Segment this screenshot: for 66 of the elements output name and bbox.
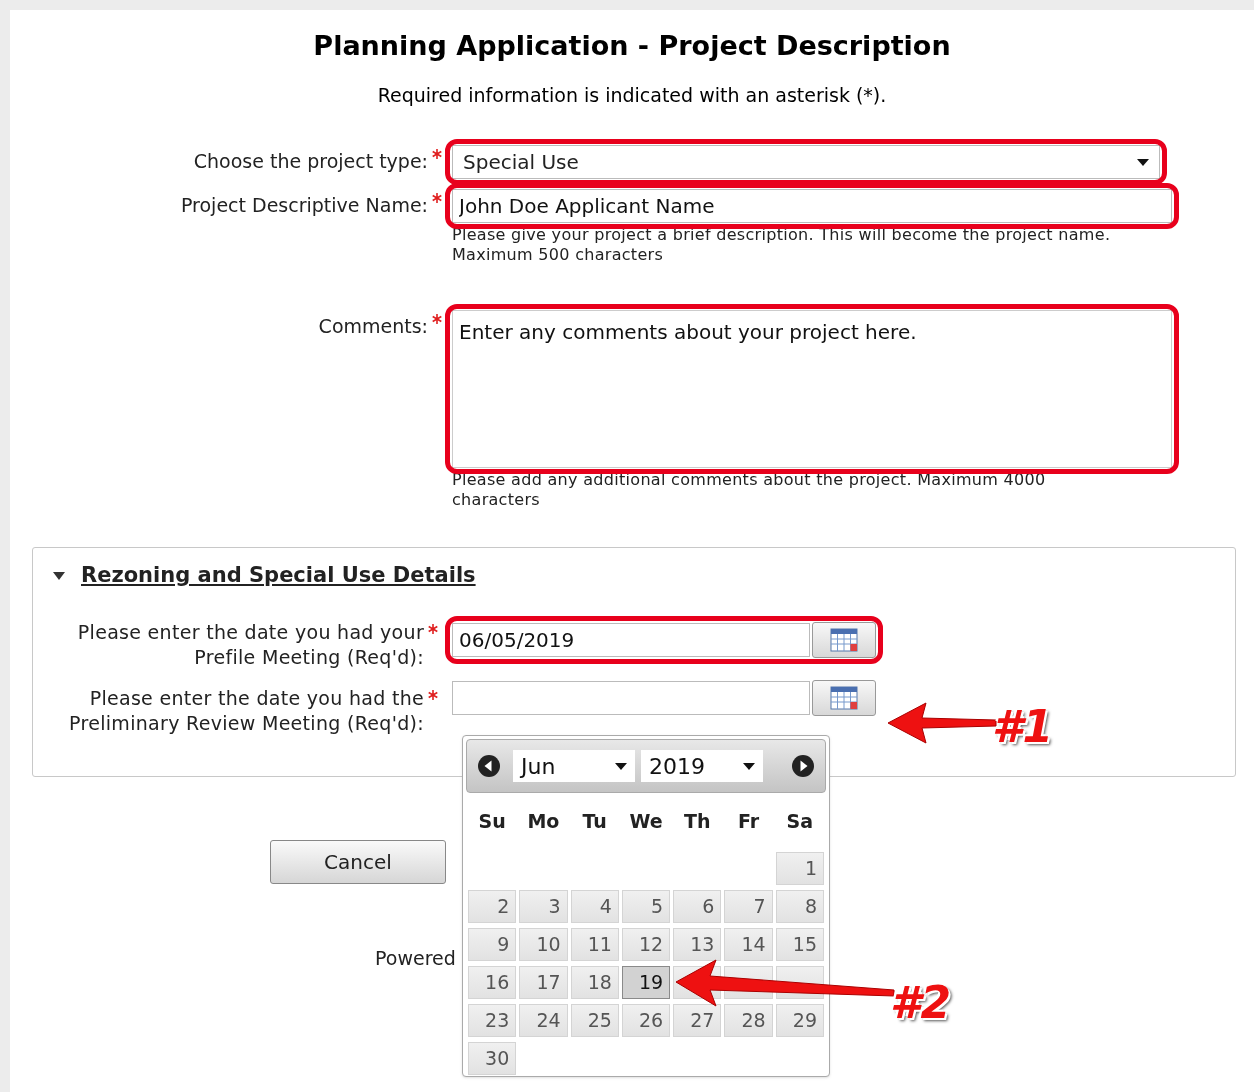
field-label: Preliminary Review Meeting (Req'd): bbox=[69, 710, 424, 736]
day-cell[interactable]: 11 bbox=[570, 927, 619, 961]
comments-textarea[interactable]: Enter any comments about your project here. bbox=[452, 310, 1172, 468]
day-cell[interactable]: 18 bbox=[570, 965, 619, 999]
hint-text: characters bbox=[452, 490, 541, 510]
day-cell[interactable]: 9 bbox=[468, 927, 517, 961]
day-cell[interactable]: 19 bbox=[621, 965, 671, 999]
day-cell[interactable]: 8 bbox=[775, 889, 824, 923]
weekday-label: Mo bbox=[526, 809, 561, 834]
field-label: Choose the project type: bbox=[193, 149, 428, 174]
dropdown-caret-icon bbox=[615, 762, 627, 770]
section-title[interactable]: Rezoning and Special Use Details bbox=[81, 560, 476, 592]
calendar-button[interactable] bbox=[812, 621, 876, 658]
day-cell[interactable]: 29 bbox=[775, 1003, 824, 1037]
field-label: Please enter the date you had your bbox=[77, 619, 424, 645]
field-label: Please enter the date you had the bbox=[89, 685, 424, 711]
day-cell[interactable]: 2 bbox=[468, 889, 517, 923]
day-cell[interactable]: 30 bbox=[468, 1041, 517, 1075]
footer-text: Powered bbox=[375, 946, 456, 971]
month-select[interactable]: Jun bbox=[513, 750, 635, 782]
dropdown-caret-icon bbox=[1137, 158, 1149, 166]
day-cell[interactable]: 4 bbox=[570, 889, 619, 923]
dropdown-caret-icon bbox=[743, 762, 755, 770]
callout-label: #2 bbox=[890, 976, 952, 1030]
day-cell[interactable]: 15 bbox=[775, 927, 824, 961]
weekday-label: We bbox=[628, 809, 664, 834]
hint-text: Maximum 500 characters bbox=[452, 245, 665, 265]
day-cell[interactable]: 26 bbox=[621, 1003, 671, 1037]
project-type-select[interactable]: Special Use bbox=[452, 145, 1160, 179]
day-cell[interactable]: 16 bbox=[468, 965, 517, 999]
page-title: Planning Application - Project Description bbox=[312, 29, 952, 63]
instructions-text: Required information is indicated with an asterisk (*). bbox=[376, 82, 888, 108]
date-input[interactable] bbox=[452, 680, 810, 715]
next-month-icon[interactable] bbox=[791, 754, 815, 778]
day-cell[interactable]: 7 bbox=[724, 889, 773, 923]
day-cell[interactable]: 6 bbox=[673, 889, 722, 923]
previous-month-icon[interactable] bbox=[477, 754, 501, 778]
day-cell[interactable]: 24 bbox=[519, 1003, 568, 1037]
weekday-label: Fr bbox=[737, 809, 761, 834]
weekday-label: Sa bbox=[785, 809, 815, 834]
day-cell[interactable]: 5 bbox=[621, 889, 671, 923]
callout-label: #1 bbox=[992, 700, 1054, 754]
field-label: Prefile Meeting (Req'd): bbox=[194, 644, 424, 670]
day-cell[interactable]: 27 bbox=[673, 1003, 722, 1037]
day-cell[interactable]: 17 bbox=[519, 965, 568, 999]
weekday-label: Tu bbox=[581, 809, 608, 834]
day-cell[interactable]: 25 bbox=[570, 1003, 619, 1037]
day-cell[interactable]: 13 bbox=[673, 927, 722, 961]
field-label: Comments: bbox=[318, 314, 428, 339]
calendar-button[interactable] bbox=[812, 679, 876, 716]
calendar-icon bbox=[830, 685, 858, 710]
field-label: Project Descriptive Name: bbox=[180, 193, 428, 218]
date-input[interactable]: 06/05/2019 bbox=[452, 622, 810, 657]
day-cell[interactable]: 14 bbox=[724, 927, 773, 961]
weekday-label: Th bbox=[683, 809, 712, 834]
cancel-button[interactable]: Cancel bbox=[270, 840, 446, 884]
calendar-icon bbox=[830, 627, 858, 652]
day-cell[interactable]: 23 bbox=[468, 1003, 517, 1037]
collapse-triangle-icon[interactable] bbox=[53, 571, 65, 580]
day-cell[interactable]: 3 bbox=[519, 889, 568, 923]
day-cell[interactable]: 28 bbox=[724, 1003, 773, 1037]
day-cell[interactable]: 10 bbox=[519, 927, 568, 961]
day-cell[interactable]: 1 bbox=[775, 851, 824, 885]
weekday-label: Su bbox=[477, 809, 507, 834]
day-cell[interactable]: 12 bbox=[621, 927, 671, 961]
year-select[interactable]: 2019 bbox=[641, 750, 763, 782]
